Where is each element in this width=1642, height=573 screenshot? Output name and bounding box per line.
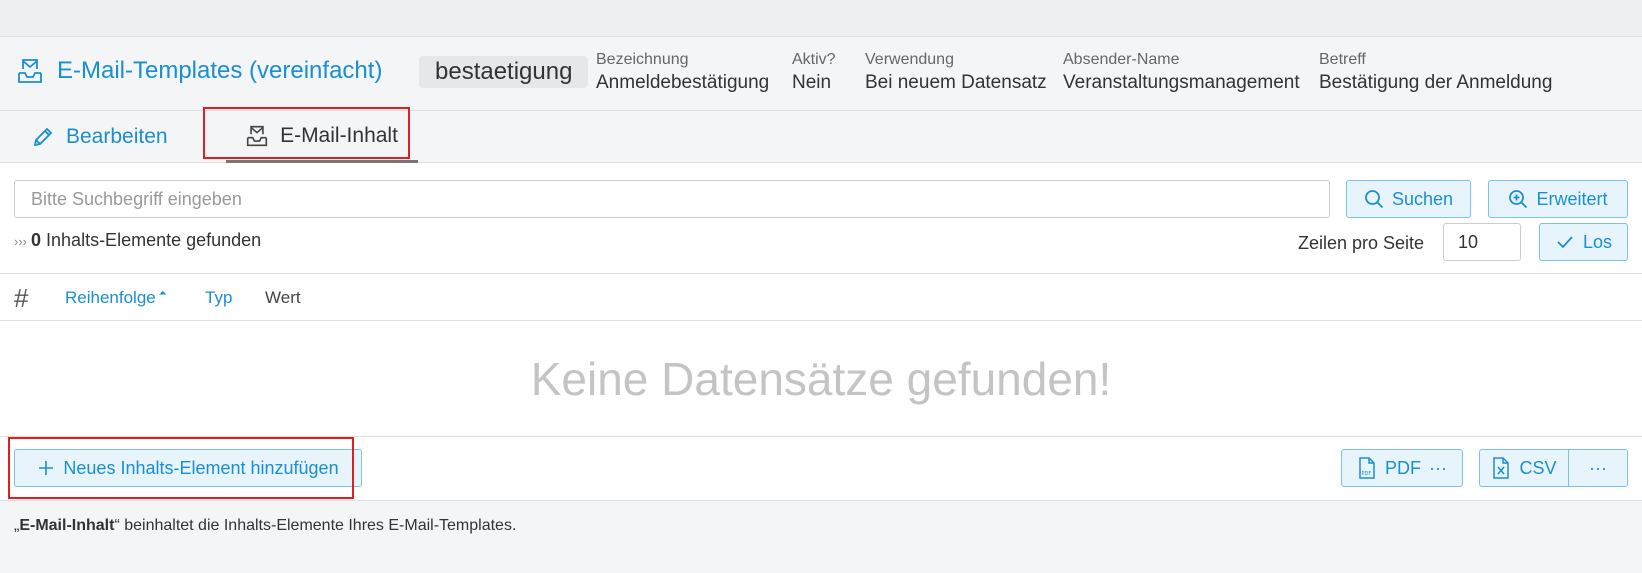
meta-label: Bezeichnung xyxy=(596,51,689,68)
empty-state: Keine Datensätze gefunden! xyxy=(0,321,1642,437)
button-label: PDF xyxy=(1385,457,1421,478)
meta-value: Anmeldebestätigung xyxy=(596,72,770,93)
more-icon: ··· xyxy=(1589,457,1607,478)
meta-label: Betreff xyxy=(1319,51,1366,68)
excel-file-icon xyxy=(1493,457,1510,479)
note-strong: E-Mail-Inhalt xyxy=(19,517,115,534)
meta-value: Bei neuem Datensatz xyxy=(865,72,1047,93)
meta-label: Aktiv? xyxy=(792,51,836,68)
plus-icon xyxy=(39,461,54,475)
table-header: # Reihenfolge ⏶ Typ Wert xyxy=(0,273,1642,321)
column-label: Reihenfolge xyxy=(65,288,156,307)
button-label: Neues Inhalts-Element hinzufügen xyxy=(63,457,339,478)
more-icon: ··· xyxy=(1429,457,1447,478)
button-label: Los xyxy=(1582,231,1613,252)
record-key-badge: bestaetigung xyxy=(419,56,589,88)
meta-value: Veranstaltungsmanagement xyxy=(1063,72,1300,93)
search-input[interactable] xyxy=(14,180,1330,218)
sort-asc-icon: ⏶ xyxy=(158,288,167,299)
meta-betreff: Betreff Bestätigung der Anmeldung xyxy=(1319,50,1552,96)
rows-per-page-input[interactable] xyxy=(1443,223,1521,261)
add-content-element-button[interactable]: Neues Inhalts-Element hinzufügen xyxy=(14,449,362,487)
meta-absender: Absender-Name Veranstaltungsmanagement xyxy=(1063,50,1300,96)
meta-verwendung: Verwendung Bei neuem Datensatz xyxy=(865,50,1047,96)
main-card: E-Mail-Templates (vereinfacht) bestaetig… xyxy=(0,36,1642,573)
record-header: E-Mail-Templates (vereinfacht) bestaetig… xyxy=(0,37,1642,111)
table-actions: Neues Inhalts-Element hinzufügen PDF PDF… xyxy=(0,437,1642,501)
column-reihenfolge[interactable]: Reihenfolge ⏶ xyxy=(65,288,167,308)
results-count: ››› 0 Inhalts-Elemente gefunden xyxy=(14,230,261,251)
column-index: # xyxy=(14,283,29,313)
chevrons-icon: ››› xyxy=(14,234,27,249)
tab-bar: Bearbeiten E-Mail-Inhalt xyxy=(0,111,1642,163)
pdf-export-button[interactable]: PDF PDF ··· xyxy=(1341,449,1463,487)
extended-search-button[interactable]: Erweitert xyxy=(1488,180,1628,218)
zoom-in-icon xyxy=(1509,190,1528,209)
pdf-file-icon: PDF xyxy=(1359,457,1375,479)
check-icon xyxy=(1557,236,1573,249)
go-button[interactable]: Los xyxy=(1539,223,1628,261)
mail-tray-icon xyxy=(246,125,268,146)
button-label: CSV xyxy=(1519,457,1557,478)
pencil-icon xyxy=(33,127,53,147)
column-typ[interactable]: Typ xyxy=(205,288,232,308)
help-note: „E-Mail-Inhalt“ beinhaltet die Inhalts-E… xyxy=(0,501,1642,573)
column-wert: Wert xyxy=(265,288,301,307)
tab-label: Bearbeiten xyxy=(66,125,168,148)
note-text: “ beinhaltet die Inhalts-Elemente Ihres … xyxy=(114,517,517,534)
results-text: Inhalts-Elemente gefunden xyxy=(46,230,262,250)
meta-aktiv: Aktiv? Nein xyxy=(792,50,836,96)
mail-tray-icon xyxy=(18,59,42,83)
meta-value: Nein xyxy=(792,72,832,93)
tab-label: E-Mail-Inhalt xyxy=(280,123,398,147)
search-icon xyxy=(1365,190,1384,209)
rows-per-page-label: Zeilen pro Seite xyxy=(1298,233,1425,253)
svg-text:PDF: PDF xyxy=(1362,471,1372,477)
meta-label: Absender-Name xyxy=(1063,51,1180,68)
button-label: Erweitert xyxy=(1536,188,1608,209)
meta-label: Verwendung xyxy=(865,51,954,68)
button-label: Suchen xyxy=(1391,188,1454,209)
tab-bearbeiten[interactable]: Bearbeiten xyxy=(32,111,168,163)
tab-email-inhalt[interactable]: E-Mail-Inhalt xyxy=(226,111,418,163)
meta-bezeichnung: Bezeichnung Anmeldebestätigung xyxy=(596,50,769,96)
search-button[interactable]: Suchen xyxy=(1346,180,1471,218)
count-value: 0 xyxy=(31,230,42,250)
page-title: E-Mail-Templates (vereinfacht) xyxy=(57,57,383,84)
csv-export-button[interactable]: CSV xyxy=(1479,449,1569,487)
meta-value: Bestätigung der Anmeldung xyxy=(1319,72,1553,93)
more-options-button[interactable]: ··· xyxy=(1568,449,1628,487)
